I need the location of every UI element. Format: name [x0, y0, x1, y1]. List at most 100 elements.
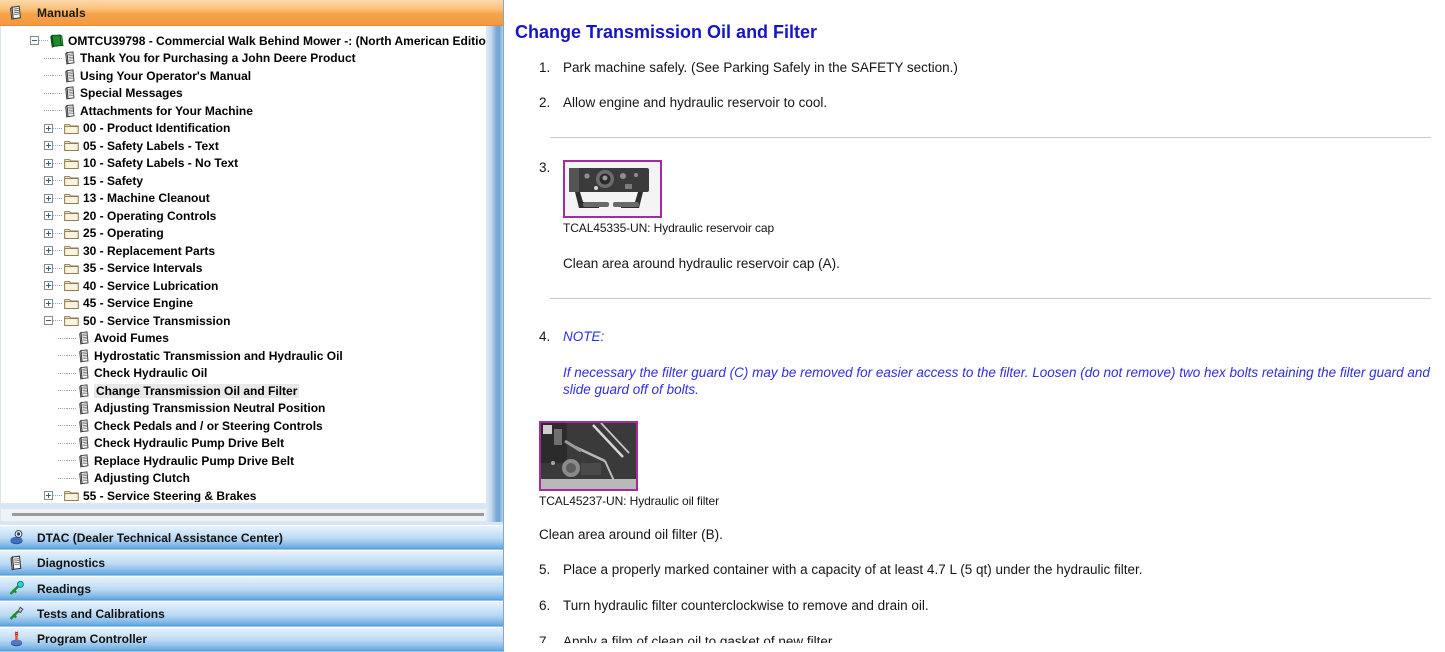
tree-vertical-scroll-thumb[interactable]: [495, 152, 498, 352]
tree-indent-guide: [2, 452, 16, 469]
tree-connector: [53, 159, 62, 168]
tree-expander-plus-icon[interactable]: [44, 491, 53, 501]
tree-node-doc[interactable]: Adjusting Transmission Neutral Position: [2, 400, 489, 418]
tree-indent-guide: [30, 382, 44, 399]
folder-icon: [64, 227, 79, 240]
tree-node-folder[interactable]: 55 - Service Steering & Brakes: [2, 487, 489, 502]
tree-indent-guide: [2, 295, 16, 312]
document-content-pane[interactable]: Change Transmission Oil and Filter 1. Par…: [503, 0, 1445, 652]
tree-vertical-scrollbar[interactable]: [490, 27, 501, 503]
figure-caption: TCAL45237-UN: Hydraulic oil filter: [539, 493, 719, 508]
nav-item-readings[interactable]: Readings: [0, 575, 503, 602]
tree-expander-plus-icon[interactable]: [44, 158, 53, 168]
tree-node-doc[interactable]: Change Transmission Oil and Filter: [2, 382, 489, 400]
tree-node-doc[interactable]: Check Pedals and / or Steering Controls: [2, 417, 489, 435]
tree-expander-plus-icon[interactable]: [44, 263, 53, 273]
tree-node-folder[interactable]: 00 - Product Identification: [2, 120, 489, 138]
readings-probe-icon: [8, 580, 25, 597]
tree-node-doc[interactable]: Adjusting Clutch: [2, 470, 489, 488]
tree-horizontal-scrollbar[interactable]: [1, 509, 489, 522]
tree-expander-plus-icon[interactable]: [44, 228, 53, 238]
manuals-header-bar[interactable]: Manuals: [0, 0, 503, 26]
tree-expander-plus-icon[interactable]: [44, 141, 53, 151]
folder-icon: [64, 139, 79, 152]
tree-indent-guide: [30, 137, 44, 154]
tree-scroll-region[interactable]: OMTCU39798 - Commercial Walk Behind Mowe…: [1, 26, 489, 504]
tree-node-folder[interactable]: 13 - Machine Cleanout: [2, 190, 489, 208]
tree-connector: [67, 351, 76, 360]
tree-node-folder[interactable]: 15 - Safety: [2, 172, 489, 190]
tree-indent-guide: [44, 417, 58, 434]
note-label: NOTE:: [563, 328, 605, 344]
tree-node-label: Attachments for Your Machine: [80, 103, 253, 118]
tree-node-doc[interactable]: Hydrostatic Transmission and Hydraulic O…: [2, 347, 489, 365]
step-text: Park machine safely. (See Parking Safely…: [563, 60, 958, 75]
tree-node-doc[interactable]: Avoid Fumes: [2, 330, 489, 348]
tree-node-root[interactable]: OMTCU39798 - Commercial Walk Behind Mowe…: [2, 32, 489, 50]
tree-expander-plus-icon[interactable]: [44, 298, 53, 308]
tree-indent-guide: [44, 400, 58, 417]
tree-indent-guide: [2, 50, 16, 67]
nav-item-diagnostics[interactable]: Diagnostics: [0, 550, 503, 576]
tree-expander-minus-icon[interactable]: [44, 316, 53, 326]
tree-node-folder[interactable]: 30 - Replacement Parts: [2, 242, 489, 260]
folder-icon: [64, 209, 79, 222]
tree-indent-guide: [2, 382, 16, 399]
tree-connector: [44, 71, 53, 80]
tree-indent-guide: [16, 330, 30, 347]
tree-node-folder[interactable]: 10 - Safety Labels - No Text: [2, 155, 489, 173]
tree-connector: [67, 334, 76, 343]
tree-node-folder[interactable]: 40 - Service Lubrication: [2, 277, 489, 295]
nav-item-label: Tests and Calibrations: [37, 606, 165, 621]
nav-item-tests-and-calibrations[interactable]: Tests and Calibrations: [0, 601, 503, 627]
tree-indent-guide: [2, 67, 16, 84]
procedure-step: 6. Turn hydraulic filter counterclockwise…: [515, 598, 1445, 615]
tree-connector: [58, 456, 67, 465]
tree-expander-plus-icon[interactable]: [44, 246, 53, 256]
tree-node-folder[interactable]: 50 - Service Transmission: [2, 312, 489, 330]
step-number: 1.: [539, 60, 551, 75]
nav-item-dtac-dealer-technical-assistance-center[interactable]: DTAC (Dealer Technical Assistance Center…: [0, 525, 503, 551]
tree-connector: [44, 106, 53, 115]
tree-indent-guide: [30, 67, 44, 84]
tree-node-doc[interactable]: Replace Hydraulic Pump Drive Belt: [2, 452, 489, 470]
figure-image-hydraulic-oil-filter[interactable]: [539, 420, 638, 491]
tree-node-folder[interactable]: 45 - Service Engine: [2, 295, 489, 313]
tree-indent-guide: [2, 312, 16, 329]
document-icon: [78, 471, 90, 485]
tree-indent-guide: [44, 365, 58, 382]
tree-node-doc[interactable]: Check Hydraulic Pump Drive Belt: [2, 435, 489, 453]
tree-expander-plus-icon[interactable]: [44, 211, 53, 221]
tree-indent-guide: [2, 277, 16, 294]
tree-connector: [53, 281, 62, 290]
tree-horizontal-scroll-thumb[interactable]: [12, 513, 484, 517]
tree-indent-guide: [16, 50, 30, 67]
folder-icon: [64, 192, 79, 205]
tree-indent-guide: [44, 347, 58, 364]
tree-indent-guide: [30, 435, 44, 452]
tree-expander-plus-icon[interactable]: [44, 176, 53, 186]
tree-node-doc[interactable]: Using Your Operator's Manual: [2, 67, 489, 85]
tree-indent-guide: [30, 365, 44, 382]
tree-node-doc[interactable]: Check Hydraulic Oil: [2, 365, 489, 383]
tree-connector: [53, 299, 62, 308]
manuals-header-label: Manuals: [37, 5, 86, 20]
tree-node-folder[interactable]: 05 - Safety Labels - Text: [2, 137, 489, 155]
tree-expander-plus-icon[interactable]: [44, 281, 53, 291]
tree-node-doc[interactable]: Thank You for Purchasing a John Deere Pr…: [2, 50, 489, 68]
tree-indent-guide: [44, 470, 58, 487]
tree-panel: OMTCU39798 - Commercial Walk Behind Mowe…: [0, 26, 503, 526]
tree-node-folder[interactable]: 35 - Service Intervals: [2, 260, 489, 278]
tree-indent-guide: [16, 452, 30, 469]
tree-node-folder[interactable]: 20 - Operating Controls: [2, 207, 489, 225]
tree-indent-guide: [44, 382, 58, 399]
tree-node-doc[interactable]: Attachments for Your Machine: [2, 102, 489, 120]
tree-node-folder[interactable]: 25 - Operating: [2, 225, 489, 243]
step-text: Allow engine and hydraulic reservoir to …: [563, 94, 828, 110]
figure-image-hydraulic-reservoir-cap[interactable]: [563, 159, 662, 218]
tree-expander-minus-icon[interactable]: [30, 36, 39, 46]
tree-node-doc[interactable]: Special Messages: [2, 85, 489, 103]
nav-item-program-controller[interactable]: Program Controller: [0, 626, 503, 652]
tree-expander-plus-icon[interactable]: [44, 123, 53, 133]
tree-expander-plus-icon[interactable]: [44, 193, 53, 203]
